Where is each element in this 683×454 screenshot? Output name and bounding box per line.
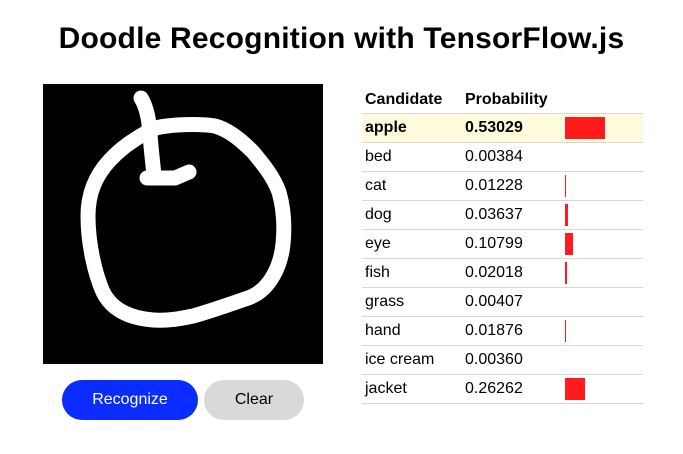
table-header-row: Candidate Probability	[362, 86, 643, 114]
table-row: jacket 0.26262	[362, 374, 643, 404]
probability-bar-cell	[562, 142, 643, 172]
probability-bar-cell	[562, 374, 643, 404]
table-row: fish 0.02018	[362, 258, 643, 288]
results-body: apple 0.53029 bed 0.00384 cat 0.01228 dog 0.036…	[362, 113, 643, 404]
probability-cell: 0.00360	[462, 345, 562, 375]
probability-bar	[565, 378, 585, 400]
candidate-cell: grass	[362, 287, 462, 317]
probability-cell: 0.26262	[462, 374, 562, 404]
candidate-header: Candidate	[362, 86, 462, 114]
apple-doodle-drawing	[80, 90, 292, 328]
page-title: Doodle Recognition with TensorFlow.js	[58, 22, 625, 55]
probability-header: Probability	[462, 86, 562, 114]
table-row: ice cream 0.00360	[362, 345, 643, 375]
clear-button[interactable]: Clear	[204, 380, 304, 420]
candidate-cell: jacket	[362, 374, 462, 404]
probability-bar	[565, 175, 566, 197]
candidate-cell: dog	[362, 200, 462, 230]
probability-bar-cell	[562, 200, 643, 230]
candidate-cell: bed	[362, 142, 462, 172]
table-row: cat 0.01228	[362, 171, 643, 201]
probability-bar-cell	[562, 345, 643, 375]
table-row: grass 0.00407	[362, 287, 643, 317]
probability-bar	[565, 262, 567, 284]
probability-bar	[565, 233, 574, 255]
table-row: apple 0.53029	[362, 113, 643, 143]
probability-bar-cell	[562, 258, 643, 288]
probability-cell: 0.00384	[462, 142, 562, 172]
drawing-canvas[interactable]	[43, 84, 323, 364]
table-row: hand 0.01876	[362, 316, 643, 346]
probability-bar	[565, 320, 567, 342]
candidate-cell: hand	[362, 316, 462, 346]
probability-bar-cell	[562, 229, 643, 259]
probability-cell: 0.10799	[462, 229, 562, 259]
table-row: eye 0.10799	[362, 229, 643, 259]
probability-bar-cell	[562, 171, 643, 201]
probability-bar	[565, 117, 606, 139]
candidate-cell: eye	[362, 229, 462, 259]
probability-cell: 0.53029	[462, 113, 562, 143]
probability-cell: 0.02018	[462, 258, 562, 288]
probability-cell: 0.01228	[462, 171, 562, 201]
candidate-cell: apple	[362, 113, 462, 143]
candidate-cell: fish	[362, 258, 462, 288]
table-row: dog 0.03637	[362, 200, 643, 230]
probability-cell: 0.03637	[462, 200, 562, 230]
results-table: Candidate Probability apple 0.53029 bed 0.0…	[362, 86, 643, 404]
bar-header	[562, 86, 643, 114]
probability-cell: 0.00407	[462, 287, 562, 317]
probability-bar-cell	[562, 316, 643, 346]
candidate-cell: ice cream	[362, 345, 462, 375]
probability-bar-cell	[562, 113, 643, 143]
table-row: bed 0.00384	[362, 142, 643, 172]
probability-bar-cell	[562, 287, 643, 317]
candidate-cell: cat	[362, 171, 462, 201]
recognize-button[interactable]: Recognize	[62, 380, 198, 420]
probability-cell: 0.01876	[462, 316, 562, 346]
probability-bar	[565, 204, 568, 226]
